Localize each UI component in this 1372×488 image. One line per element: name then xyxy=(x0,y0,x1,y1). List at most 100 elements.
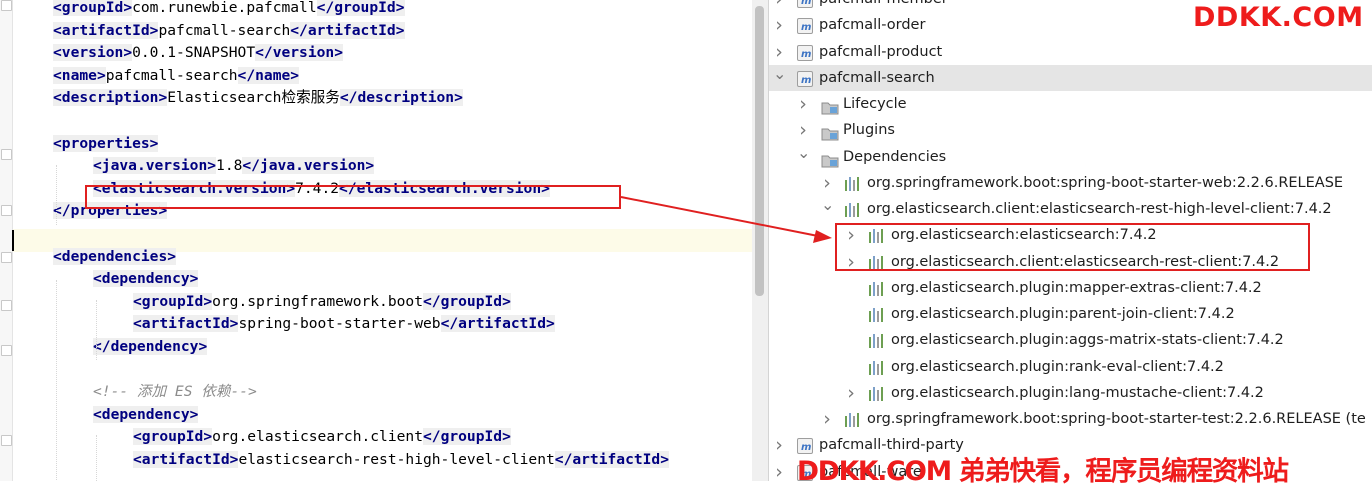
chevron-right-icon[interactable]: › xyxy=(773,39,785,65)
xml-tag-value: Elasticsearch检索服务 xyxy=(167,89,340,107)
tree-row-label: pafcmall-order xyxy=(819,17,926,34)
tree-row-plugins-folder[interactable]: › Plugins xyxy=(769,117,1372,143)
xml-tag-name: description xyxy=(61,89,159,107)
highlight-box-es-version xyxy=(85,185,621,209)
xml-tag-name: artifactId xyxy=(141,451,230,468)
fold-marker-icon[interactable] xyxy=(1,205,12,216)
tree-row-label: org.springframework.boot:spring-boot-sta… xyxy=(867,411,1366,427)
xml-tag-name: dependency xyxy=(110,338,199,355)
tree-row-dependencies-folder[interactable]: ⌄ Dependencies xyxy=(769,143,1372,170)
xml-tag-value: elasticsearch-rest-high-level-client xyxy=(238,451,555,468)
code-line: <artifactId>elasticsearch-rest-high-leve… xyxy=(133,449,670,471)
code-line: <groupId>org.elasticsearch.client</group… xyxy=(133,426,511,448)
code-line: <properties> xyxy=(53,133,159,155)
tree-row-label: pafcmall-member xyxy=(819,0,948,12)
tree-row-label: org.elasticsearch.plugin:rank-eval-clien… xyxy=(891,358,1224,375)
fold-marker-icon[interactable] xyxy=(1,345,12,356)
tree-row-lifecycle-folder[interactable]: › Lifecycle xyxy=(769,91,1372,117)
tree-row-library[interactable]: org.elasticsearch.plugin:parent-join-cli… xyxy=(769,301,1372,327)
code-line: <groupId>com.runewbie.pafcmall</groupId> xyxy=(53,0,405,19)
xml-tag-name: artifactId xyxy=(572,451,661,468)
library-icon xyxy=(869,334,883,349)
library-icon xyxy=(845,413,859,427)
tree-row-library[interactable]: org.elasticsearch.plugin:rank-eval-clien… xyxy=(769,354,1372,380)
xml-open-tag: <groupId> xyxy=(133,292,213,310)
code-line: <description>Elasticsearch检索服务</descript… xyxy=(53,87,463,109)
chevron-down-icon[interactable]: ⌄ xyxy=(773,64,786,91)
chevron-right-icon[interactable]: › xyxy=(773,432,785,458)
xml-open-tag: <artifactId> xyxy=(133,451,239,468)
xml-close-tag: </artifactId> xyxy=(440,315,555,333)
indent-guide xyxy=(56,165,57,225)
code-line: <java.version>1.8</java.version> xyxy=(93,155,375,177)
xml-open-tag: <java.version> xyxy=(93,157,217,175)
xml-tag-name: groupId xyxy=(61,0,124,16)
code-editor[interactable]: <groupId>com.runewbie.pafcmall</groupId>… xyxy=(0,0,769,481)
library-icon xyxy=(869,308,883,322)
library-icon xyxy=(869,281,883,296)
dependencies-folder-icon xyxy=(821,151,839,167)
xml-close-tag: </groupId> xyxy=(422,428,511,446)
xml-tag-value: com.runewbie.pafcmall xyxy=(132,0,317,16)
tree-row-library[interactable]: › org.springframework.boot:spring-boot-st… xyxy=(769,170,1372,196)
xml-open-tag: <dependencies> xyxy=(53,247,177,265)
code-line: <artifactId>pafcmall-search</artifactId> xyxy=(53,20,405,42)
module-icon: m xyxy=(797,44,813,61)
xml-close-tag: </java.version> xyxy=(242,157,375,175)
xml-tag-value: pafcmall-search xyxy=(158,21,291,39)
fold-marker-icon[interactable] xyxy=(1,252,12,263)
indent-guide xyxy=(96,435,97,481)
tree-row-module[interactable]: ⌄ m pafcmall-search xyxy=(769,64,1372,91)
xml-open-tag: <properties> xyxy=(53,134,159,152)
chevron-right-icon[interactable]: › xyxy=(773,12,785,38)
watermark-bottom: DDKK.COM 弟弟快看，程序员编程资料站 xyxy=(797,456,1289,487)
code-line: <artifactId>spring-boot-starter-web</art… xyxy=(133,313,555,335)
tree-row-library[interactable]: › org.springframework.boot:spring-boot-st… xyxy=(769,406,1372,432)
chevron-right-icon[interactable]: › xyxy=(797,117,809,143)
fold-marker-icon[interactable] xyxy=(1,435,12,446)
xml-open-tag: <artifactId> xyxy=(133,315,239,333)
plugins-folder-icon xyxy=(821,124,839,141)
tree-row-label: Plugins xyxy=(843,122,895,139)
tree-row-library[interactable]: org.elasticsearch.plugin:mapper-extras-c… xyxy=(769,275,1372,301)
tree-row-module[interactable]: › m pafcmall-product xyxy=(769,39,1372,65)
chevron-right-icon[interactable]: › xyxy=(821,170,833,196)
code-line: </dependency> xyxy=(93,336,208,358)
fold-marker-icon[interactable] xyxy=(1,0,12,11)
chevron-right-icon[interactable]: › xyxy=(797,91,809,117)
xml-close-tag: </name> xyxy=(237,66,300,84)
tree-row-label: Lifecycle xyxy=(843,96,907,112)
xml-open-tag: <name> xyxy=(53,66,106,84)
xml-tag-name: dependency xyxy=(101,405,190,423)
xml-close-tag: </groupId> xyxy=(422,292,511,310)
xml-tag-name: groupId xyxy=(440,428,503,446)
xml-tag-name: version xyxy=(272,44,335,62)
xml-tag-name: artifactId xyxy=(141,315,230,333)
chevron-right-icon[interactable]: › xyxy=(821,406,833,432)
fold-marker-icon[interactable] xyxy=(1,300,12,311)
chevron-right-icon[interactable]: › xyxy=(845,380,857,406)
chevron-down-icon[interactable]: ⌄ xyxy=(821,196,834,222)
editor-scroll-thumb[interactable] xyxy=(755,6,764,296)
tree-row-label: org.elasticsearch.plugin:mapper-extras-c… xyxy=(891,279,1262,296)
xml-tag-name: name xyxy=(61,66,97,84)
fold-marker-icon[interactable] xyxy=(1,149,12,160)
chevron-down-icon[interactable]: ⌄ xyxy=(797,143,810,170)
code-line: <name>pafcmall-search</name> xyxy=(53,65,300,87)
code-line: <dependencies> xyxy=(53,246,177,268)
indent-guide xyxy=(56,280,57,480)
xml-tag-name: artifactId xyxy=(458,315,547,333)
tree-row-library[interactable]: › org.elasticsearch.plugin:lang-mustache-… xyxy=(769,380,1372,406)
xml-open-tag: <groupId> xyxy=(53,0,133,16)
chevron-right-icon[interactable]: › xyxy=(773,459,785,482)
xml-tag-name: java.version xyxy=(259,157,366,175)
editor-scrollbar[interactable] xyxy=(752,0,768,481)
tree-row-library[interactable]: ⌄ org.elasticsearch.client:elasticsearch-… xyxy=(769,196,1372,222)
code-line: <dependency> xyxy=(93,268,199,290)
xml-tag-name: description xyxy=(357,89,455,107)
tree-row-library[interactable]: org.elasticsearch.plugin:aggs-matrix-sta… xyxy=(769,327,1372,353)
xml-tag-name: name xyxy=(255,66,291,84)
lifecycle-folder-icon xyxy=(821,98,839,115)
xml-open-tag: <dependency> xyxy=(93,405,199,423)
chevron-right-icon[interactable]: › xyxy=(773,0,785,12)
